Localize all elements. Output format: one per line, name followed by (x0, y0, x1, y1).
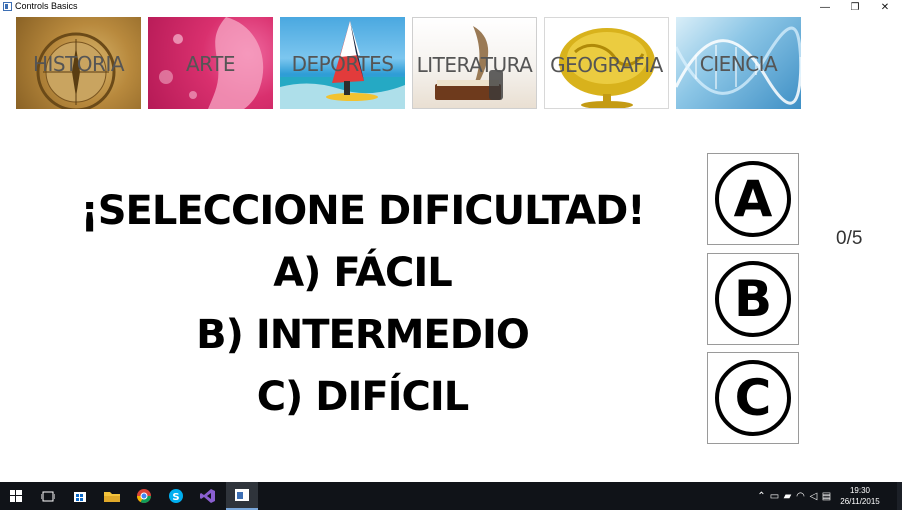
close-button[interactable]: ✕ (870, 0, 900, 14)
category-tile-deportes[interactable]: DEPORTES (280, 17, 405, 109)
start-button[interactable] (0, 482, 32, 510)
taskbar-skype[interactable]: S (160, 482, 192, 510)
category-tile-literatura[interactable]: LITERATURA (412, 17, 537, 109)
taskbar-clock[interactable]: 19:30 26/11/2015 (838, 485, 882, 507)
score-counter: 0/5 (836, 228, 863, 249)
wifi-icon[interactable]: ◠ (794, 491, 807, 502)
svg-text:S: S (172, 492, 179, 503)
category-label: LITERATURA (416, 53, 533, 77)
app-icon (3, 2, 12, 11)
restore-button[interactable]: ❐ (840, 0, 870, 14)
difficulty-prompt: ¡SELECCIONE DIFICULTAD! A) FÁCIL B) INTE… (30, 180, 695, 428)
category-tile-arte[interactable]: ARTE (148, 17, 273, 109)
system-tray: ⌃ ▭ ▰ ◠ ◁ ▤ (755, 482, 833, 510)
volume-icon[interactable]: ◁ (807, 491, 820, 502)
category-tile-historia[interactable]: HISTORIA (16, 17, 141, 109)
category-label: CIENCIA (699, 52, 778, 76)
category-label: DEPORTES (291, 52, 394, 76)
visual-studio-icon (200, 489, 215, 503)
skype-icon: S (169, 489, 183, 503)
taskbar: S ⌃ ▭ ▰ ◠ ◁ ▤ 19:30 26/11/2015 (0, 482, 902, 510)
category-label: GEOGRAFIA (550, 53, 663, 77)
answer-b-button[interactable]: B (707, 253, 799, 345)
taskbar-visual-studio[interactable] (192, 482, 224, 510)
answer-c-label: C (715, 360, 791, 436)
notifications-icon[interactable]: ▤ (820, 491, 833, 502)
answer-b-label: B (715, 261, 791, 337)
minimize-button[interactable]: — (810, 0, 840, 14)
battery-icon[interactable]: ▰ (781, 491, 794, 502)
option-c-text: C) DIFÍCIL (256, 374, 470, 420)
prompt-heading: ¡SELECCIONE DIFICULTAD! (80, 188, 645, 234)
task-view-button[interactable] (32, 482, 64, 510)
answer-c-button[interactable]: C (707, 352, 799, 444)
show-desktop-button[interactable] (897, 482, 902, 510)
taskbar-controls-basics-app[interactable] (226, 482, 258, 510)
chrome-icon (137, 489, 151, 503)
answer-a-button[interactable]: A (707, 153, 799, 245)
action-center-tray-icon[interactable]: ▭ (768, 491, 781, 502)
windows-logo-icon (10, 490, 22, 502)
taskbar-chrome[interactable] (128, 482, 160, 510)
window-title: Controls Basics (15, 1, 78, 11)
task-view-icon (41, 491, 55, 501)
taskbar-store-app[interactable] (64, 482, 96, 510)
show-hidden-icons-icon[interactable]: ⌃ (755, 491, 768, 502)
category-tile-ciencia[interactable]: CIENCIA (676, 17, 801, 109)
option-b-text: B) INTERMEDIO (196, 312, 530, 358)
app-window-icon (235, 489, 249, 501)
category-tile-geografia[interactable]: GEOGRAFIA (544, 17, 669, 109)
clock-date: 26/11/2015 (840, 497, 880, 506)
category-label: ARTE (186, 52, 235, 76)
option-a-text: A) FÁCIL (273, 250, 453, 296)
store-icon (74, 492, 86, 502)
taskbar-file-explorer[interactable] (96, 482, 128, 510)
answer-a-label: A (715, 161, 791, 237)
category-label: HISTORIA (32, 52, 125, 76)
clock-time: 19:30 (849, 486, 871, 495)
window-title-bar: Controls Basics — ❐ ✕ (0, 0, 902, 14)
folder-icon (104, 492, 120, 502)
